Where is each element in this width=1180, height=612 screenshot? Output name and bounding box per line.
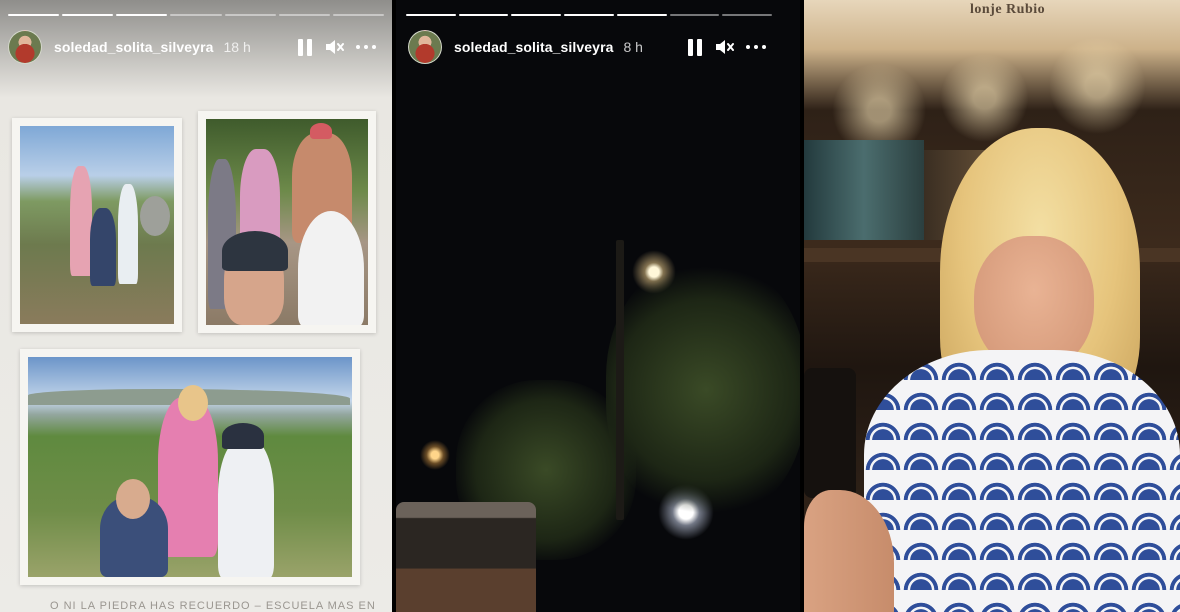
progress-segment — [669, 14, 720, 16]
progress-segment — [278, 14, 330, 16]
avatar[interactable] — [8, 30, 42, 64]
pause-button[interactable] — [688, 35, 702, 59]
progress-segment — [564, 14, 614, 16]
story-header: soledad_solita_silveyra 18 h — [8, 30, 376, 64]
progress-segment — [511, 14, 562, 16]
mute-button[interactable] — [714, 35, 734, 59]
progress-segment — [616, 14, 667, 16]
photo-family-hike — [20, 126, 174, 324]
tree-trunk — [616, 240, 624, 520]
more-horizontal-icon — [746, 45, 766, 49]
restaurant-sign: lonje Rubio — [970, 2, 1046, 17]
more-horizontal-icon — [356, 45, 376, 49]
progress-segment — [116, 14, 168, 16]
pause-icon — [298, 38, 312, 56]
story-progress-bar — [406, 14, 773, 16]
woman-shirt — [864, 350, 1180, 612]
volume-muted-icon — [716, 40, 734, 54]
vintage-car — [396, 502, 536, 612]
volume-muted-icon — [326, 40, 344, 54]
avatar[interactable] — [408, 30, 442, 64]
streetlight-glow — [420, 440, 450, 470]
timestamp-label: 8 h — [623, 39, 643, 55]
photo-card-family-hike — [12, 118, 182, 332]
progress-segment — [170, 14, 222, 16]
pause-button[interactable] — [298, 35, 312, 59]
photo-group-selfie — [206, 119, 368, 325]
more-options-button[interactable] — [746, 35, 766, 59]
photo-card-group-selfie — [198, 111, 376, 333]
story-panel-2[interactable]: soledad_solita_silveyra 8 h — [396, 0, 800, 612]
progress-segment — [406, 14, 456, 16]
progress-segment — [722, 14, 773, 16]
progress-segment — [458, 14, 509, 16]
story-panel-3[interactable]: lonje Rubio — [804, 0, 1180, 612]
more-options-button[interactable] — [356, 35, 376, 59]
story-progress-bar — [8, 14, 384, 16]
pause-icon — [688, 38, 702, 56]
username-label[interactable]: soledad_solita_silveyra — [54, 39, 214, 55]
chair — [804, 368, 856, 498]
photo-card-countryside — [20, 349, 360, 585]
photo-countryside — [28, 357, 352, 577]
story-panel-1[interactable]: soledad_solita_silveyra 18 h O NI LA PIE… — [0, 0, 392, 612]
mute-button[interactable] — [324, 35, 344, 59]
progress-segment — [62, 14, 114, 16]
progress-segment — [332, 14, 384, 16]
progress-segment — [8, 14, 60, 16]
progress-segment — [224, 14, 276, 16]
bar-shelf — [804, 140, 924, 240]
story-header: soledad_solita_silveyra 8 h — [408, 30, 766, 64]
story-caption: O NI LA PIEDRA HAS RECUERDO – ESCUELA MA… — [50, 600, 376, 612]
username-label[interactable]: soledad_solita_silveyra — [454, 39, 614, 55]
timestamp-label: 18 h — [223, 39, 251, 55]
